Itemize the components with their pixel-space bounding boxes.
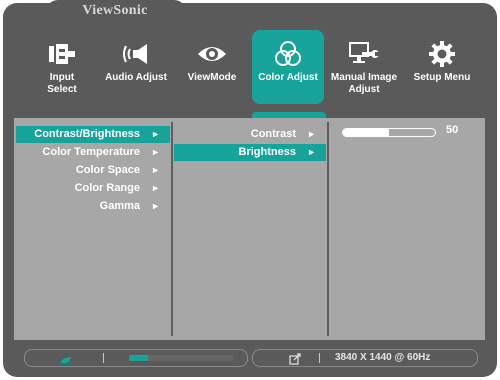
arrow-right-icon: ► xyxy=(307,147,316,157)
menu-item-label: Color Range xyxy=(74,182,140,194)
top-menu-label: Manual Image xyxy=(330,72,398,83)
top-menu-input-select[interactable]: Input Select xyxy=(26,30,98,104)
top-menu-viewmode[interactable]: ViewMode xyxy=(176,30,248,104)
status-separator xyxy=(319,353,320,363)
top-menu-label: Select xyxy=(47,84,77,95)
menu-item-brightness[interactable]: Brightness ► xyxy=(174,144,326,161)
arrow-right-icon: ► xyxy=(151,201,160,211)
brightness-slider[interactable] xyxy=(342,128,436,137)
slider-fill xyxy=(343,129,389,136)
status-progress-fill xyxy=(129,355,148,361)
brand-logo: ViewSonic xyxy=(82,3,148,18)
menu-item-contrast[interactable]: Contrast ► xyxy=(174,126,326,143)
monitor-wrench-icon xyxy=(328,40,400,68)
status-bar: 3840 X 1440 @ 60Hz xyxy=(24,349,478,367)
menu-item-label: Gamma xyxy=(99,200,140,212)
menu-item-color-space[interactable]: Color Space ► xyxy=(16,162,170,179)
submenu-level1: Contrast/Brightness ► Color Temperature … xyxy=(14,118,172,340)
arrow-right-icon: ► xyxy=(307,129,316,139)
eye-icon xyxy=(176,40,248,68)
menu-item-label: Color Space xyxy=(75,164,140,176)
status-segment-right: 3840 X 1440 @ 60Hz xyxy=(252,349,478,367)
speaker-icon xyxy=(100,40,172,68)
top-menu-color-adjust[interactable]: Color Adjust xyxy=(252,30,324,104)
top-menu-label: Setup Menu xyxy=(413,72,471,83)
arrow-right-icon: ► xyxy=(151,147,160,157)
menu-item-color-temperature[interactable]: Color Temperature ► xyxy=(16,144,170,161)
top-menu-manual-image-adjust[interactable]: Manual Image Adjust xyxy=(328,30,400,104)
top-menu-label: Audio Adjust xyxy=(105,72,167,83)
menu-item-label: Color Temperature xyxy=(42,146,140,158)
color-circles-icon xyxy=(252,40,324,68)
status-separator xyxy=(103,353,104,363)
top-menu-label: ViewMode xyxy=(187,72,237,83)
input-icon xyxy=(26,40,98,68)
input-source-icon xyxy=(289,352,301,370)
menu-item-gamma[interactable]: Gamma ► xyxy=(16,198,170,215)
arrow-right-icon: ► xyxy=(151,165,160,175)
top-menu-setup-menu[interactable]: Setup Menu xyxy=(406,30,478,104)
menu-item-contrast-brightness[interactable]: Contrast/Brightness ► xyxy=(16,126,170,143)
gear-icon xyxy=(406,40,478,68)
menu-item-label: Contrast xyxy=(250,128,296,140)
menu-item-color-range[interactable]: Color Range ► xyxy=(16,180,170,197)
status-progress-bar xyxy=(129,355,233,361)
menu-item-label: Contrast/Brightness xyxy=(34,128,140,140)
resolution-text: 3840 X 1440 @ 60Hz xyxy=(335,352,431,363)
submenu-level2: Contrast ► Brightness ► xyxy=(172,118,328,340)
menu-item-label: Brightness xyxy=(238,146,296,158)
arrow-right-icon: ► xyxy=(151,129,160,139)
top-menu-label: Color Adjust xyxy=(258,72,318,83)
submenu-level3: 50 xyxy=(328,118,485,340)
status-segment-left xyxy=(24,349,248,367)
top-menu-audio-adjust[interactable]: Audio Adjust xyxy=(100,30,172,104)
top-menu-label: Adjust xyxy=(348,84,380,95)
eco-icon xyxy=(59,353,73,371)
osd-frame: ViewSonic Input Select Audio Adjust View… xyxy=(0,0,500,380)
top-menu-label: Input xyxy=(49,72,75,83)
slider-value: 50 xyxy=(446,124,459,136)
top-menu: Input Select Audio Adjust ViewMode Color… xyxy=(8,30,492,110)
arrow-right-icon: ► xyxy=(151,183,160,193)
submenu-panel: Contrast/Brightness ► Color Temperature … xyxy=(14,118,485,340)
